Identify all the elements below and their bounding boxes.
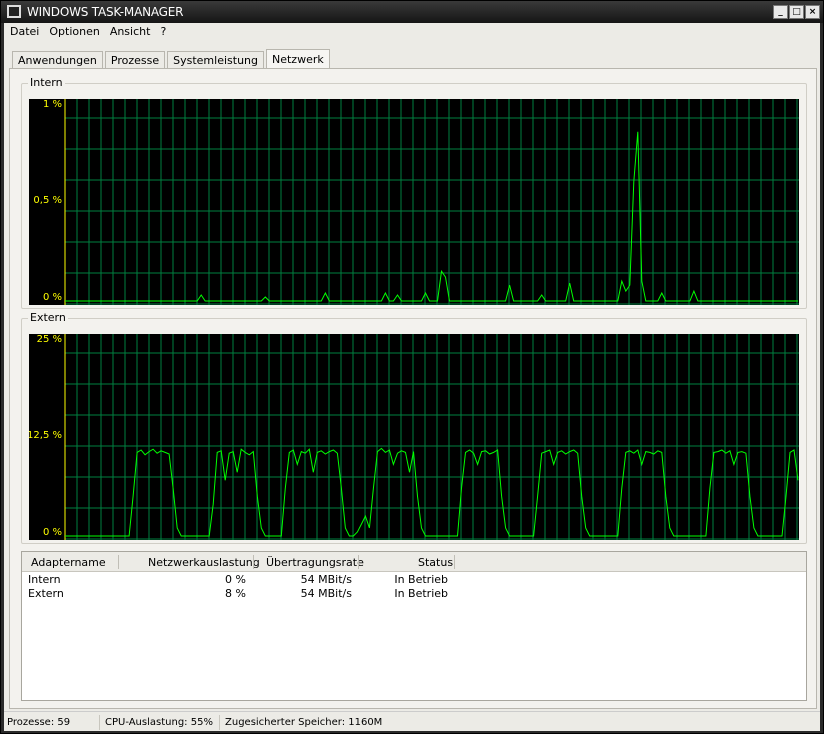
list-header: Adaptername Netzwerkauslastung Übertragu…	[22, 552, 806, 572]
cell-usage: 0 %	[225, 573, 246, 586]
cell-name: Extern	[28, 587, 64, 600]
menu-datei[interactable]: Datei	[10, 25, 39, 38]
adapter-list[interactable]: Adaptername Netzwerkauslastung Übertragu…	[21, 551, 807, 701]
graph-svg: 25 % 12,5 % 0 %	[29, 334, 799, 540]
menu-ansicht[interactable]: Ansicht	[110, 25, 151, 38]
cell-status: In Betrieb	[394, 573, 448, 586]
graph-svg: 1 % 0,5 % 0 %	[33, 99, 799, 305]
monitor-icon	[7, 5, 21, 18]
y-tick-label: 12,5 %	[29, 430, 62, 441]
y-tick-label: 0 %	[43, 527, 62, 538]
y-tick-label: 0,5 %	[33, 195, 62, 206]
column-uebertragungsrate[interactable]: Übertragungsrate	[266, 556, 364, 569]
series-line	[65, 447, 799, 537]
table-row[interactable]: Extern 8 % 54 MBit/s In Betrieb	[22, 586, 806, 600]
close-button[interactable]: ×	[805, 5, 820, 19]
maximize-button[interactable]: □	[789, 5, 804, 19]
status-cpu: CPU-Auslastung: 55%	[105, 717, 213, 728]
status-bar: Prozesse: 59 CPU-Auslastung: 55% Zugesic…	[4, 711, 820, 731]
title-bar[interactable]: WINDOWS TASK-MANAGER _ □ ×	[1, 1, 823, 23]
cell-rate: 54 MBit/s	[300, 587, 352, 600]
menu-help[interactable]: ?	[160, 25, 166, 38]
status-processes: Prozesse: 59	[7, 717, 71, 728]
table-row[interactable]: Intern 0 % 54 MBit/s In Betrieb	[22, 572, 806, 586]
menu-bar: Datei Optionen Ansicht ?	[10, 25, 166, 38]
status-memory: Zugesicherter Speicher: 1160M	[225, 717, 383, 728]
window-title: WINDOWS TASK-MANAGER	[27, 5, 184, 19]
column-adaptername[interactable]: Adaptername	[31, 556, 106, 569]
cell-usage: 8 %	[225, 587, 246, 600]
y-tick-label: 25 %	[37, 334, 62, 345]
extern-graph: 25 % 12,5 % 0 %	[29, 334, 799, 540]
column-status[interactable]: Status	[418, 556, 453, 569]
intern-graph: 1 % 0,5 % 0 %	[29, 99, 799, 305]
cell-status: In Betrieb	[394, 587, 448, 600]
extern-label: Extern	[28, 311, 68, 324]
column-netzwerkauslastung[interactable]: Netzwerkauslastung	[148, 556, 260, 569]
intern-label: Intern	[28, 76, 65, 89]
intern-group: Intern 1 % 0,5 % 0 %	[21, 76, 807, 309]
client-area: Datei Optionen Ansicht ? Anwendungen Pro…	[4, 23, 820, 731]
menu-optionen[interactable]: Optionen	[49, 25, 99, 38]
network-panel: Intern 1 % 0,5 % 0 % Extern 25 % 12,5 % 0 % …	[9, 68, 817, 709]
minimize-button[interactable]: _	[773, 5, 788, 19]
task-manager-window: WINDOWS TASK-MANAGER _ □ × Datei Optione…	[0, 0, 824, 734]
series-line	[65, 131, 798, 302]
y-tick-label: 0 %	[43, 292, 62, 303]
cell-rate: 54 MBit/s	[300, 573, 352, 586]
extern-group: Extern 25 % 12,5 % 0 %	[21, 311, 807, 544]
y-tick-label: 1 %	[43, 99, 62, 110]
cell-name: Intern	[28, 573, 61, 586]
